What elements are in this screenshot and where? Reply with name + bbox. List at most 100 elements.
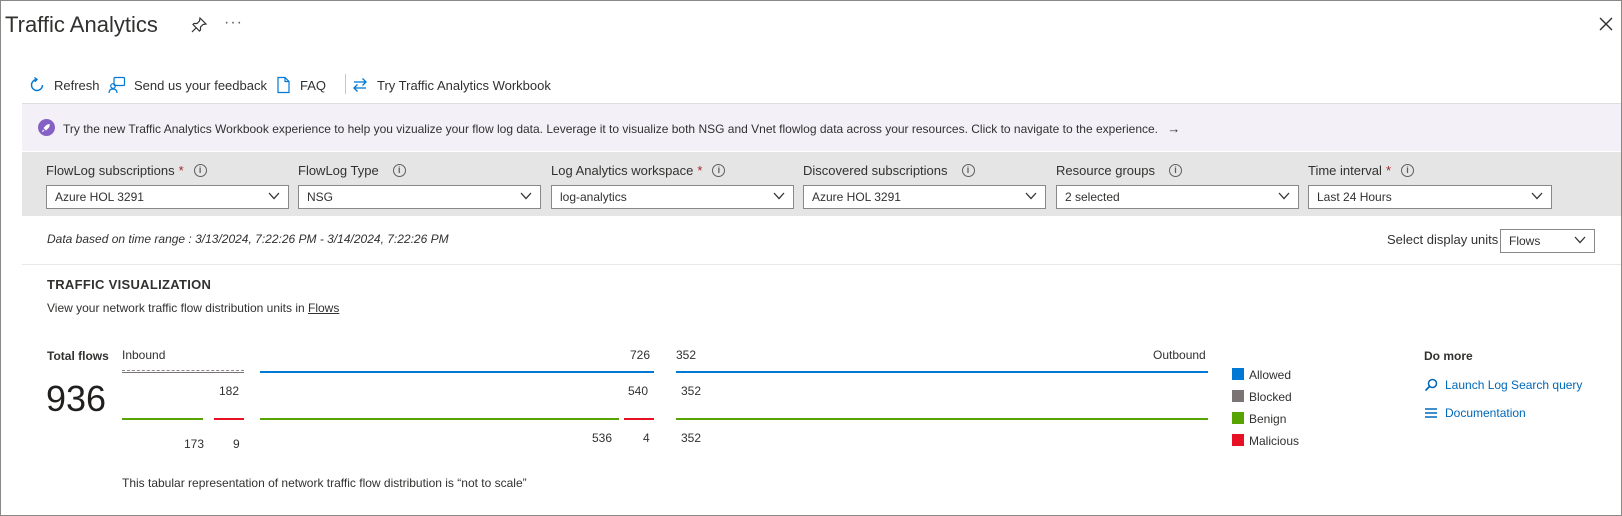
inbound-total-dashed-line (122, 370, 244, 371)
workbook-button[interactable]: Try Traffic Analytics Workbook (351, 74, 551, 96)
feedback-label: Send us your feedback (134, 77, 267, 93)
dropdown-value: Azure HOL 3291 (812, 190, 901, 204)
filter-label-text: FlowLog subscriptions (46, 163, 175, 178)
refresh-label: Refresh (54, 77, 100, 93)
required-marker: * (178, 163, 184, 178)
total-flows-value: 936 (46, 378, 107, 419)
chevron-down-icon (1531, 192, 1543, 200)
legend-label-malicious: Malicious (1249, 434, 1300, 448)
pin-icon[interactable] (190, 16, 208, 34)
inbound-allowed-malicious-line (624, 418, 654, 420)
chevron-down-icon (1278, 192, 1290, 200)
info-icon[interactable]: i (193, 164, 207, 177)
dropdown-value: Azure HOL 3291 (55, 190, 144, 204)
info-icon[interactable]: i (1169, 164, 1182, 177)
chevron-down-icon (520, 192, 532, 200)
discovered-subscriptions-dropdown[interactable]: Azure HOL 3291 (803, 185, 1046, 209)
filter-label-text: Time interval (1308, 163, 1382, 178)
chevron-down-icon (1574, 236, 1586, 244)
do-more-title: Do more (1424, 349, 1473, 363)
outbound-label: Outbound (1153, 348, 1206, 362)
switch-arrows-icon (353, 78, 367, 92)
filter-label-flowlog-type: FlowLog Type i (298, 163, 406, 178)
time-range-text: Data based on time range : 3/13/2024, 7:… (47, 232, 449, 246)
dropdown-value: Flows (1509, 234, 1541, 248)
required-marker: * (1385, 163, 1391, 178)
display-units-dropdown[interactable]: Flows (1500, 229, 1595, 253)
chevron-down-icon (268, 192, 280, 200)
subtitle-text: View your network traffic flow distribut… (47, 301, 309, 315)
inbound-blocked-benign-line (122, 418, 203, 420)
outbound-benign-line (676, 418, 1208, 420)
list-icon (1425, 408, 1437, 418)
legend-label-blocked: Blocked (1249, 390, 1292, 404)
inbound-blocked-value: 182 (219, 384, 240, 398)
inbound-allowed-top-line (260, 371, 654, 373)
flowlog-subscriptions-dropdown[interactable]: Azure HOL 3291 (46, 185, 289, 209)
info-icon[interactable]: i (1401, 164, 1414, 177)
time-interval-dropdown[interactable]: Last 24 Hours (1308, 185, 1552, 209)
page-title: Traffic Analytics (5, 12, 158, 37)
filter-label-time-interval: Time interval * i (1308, 163, 1414, 178)
info-icon[interactable]: i (712, 164, 726, 177)
rocket-icon (38, 119, 55, 136)
inbound-allowed-benign-value: 536 (592, 431, 613, 445)
info-icon[interactable]: i (392, 164, 406, 177)
inbound-allowed-benign-line (260, 418, 619, 420)
inbound-blocked-malicious-line (214, 418, 244, 420)
section-subtitle: View your network traffic flow distribut… (47, 301, 339, 315)
filter-label-flowlog-subscriptions: FlowLog subscriptions * i (46, 163, 207, 178)
outbound-allowed-value: 352 (681, 384, 702, 398)
dropdown-value: 2 selected (1065, 190, 1120, 204)
inbound-total-value: 726 (630, 348, 651, 362)
flowlog-type-dropdown[interactable]: NSG (298, 185, 541, 209)
section-title: TRAFFIC VISUALIZATION (47, 277, 212, 292)
feedback-button[interactable]: Send us your feedback (108, 74, 267, 96)
refresh-button[interactable]: Refresh (28, 74, 100, 96)
close-icon[interactable] (1598, 16, 1614, 32)
legend-label-allowed: Allowed (1249, 368, 1292, 382)
launch-log-search-link[interactable]: Launch Log Search query (1445, 378, 1582, 392)
documentation-link[interactable]: Documentation (1445, 406, 1526, 420)
total-flows-label: Total flows (47, 349, 109, 363)
log-analytics-workspace-dropdown[interactable]: log-analytics (551, 185, 794, 209)
inbound-total-line (122, 372, 244, 373)
faq-label: FAQ (300, 77, 327, 93)
document-icon (277, 76, 290, 94)
outbound-benign-value: 352 (681, 431, 702, 445)
divider (22, 264, 1621, 265)
banner-text: Try the new Traffic Analytics Workbook e… (63, 122, 1159, 136)
legend-swatch-blocked (1232, 390, 1244, 402)
dropdown-value: NSG (307, 190, 334, 204)
banner-message[interactable]: Try the new Traffic Analytics Workbook e… (63, 121, 1180, 136)
outbound-allowed-top-line (676, 371, 1208, 373)
legend-swatch-malicious (1232, 434, 1244, 446)
chevron-down-icon (773, 192, 785, 200)
info-icon[interactable]: i (961, 164, 975, 177)
filter-label-text: Resource groups (1056, 163, 1155, 178)
flows-link[interactable]: Flows (308, 301, 339, 315)
legend-swatch-benign (1232, 412, 1244, 424)
legend-label-benign: Benign (1249, 412, 1287, 426)
filter-label-discovered-subscriptions: Discovered subscriptions i (803, 163, 975, 178)
inbound-blocked-malicious-value: 9 (233, 437, 240, 451)
inbound-allowed-malicious-value: 4 (643, 431, 650, 445)
filter-label-log-analytics-workspace: Log Analytics workspace * i (551, 163, 726, 178)
more-options-button[interactable]: ··· (224, 14, 243, 32)
faq-button[interactable]: FAQ (274, 74, 326, 96)
inbound-label: Inbound (122, 348, 166, 362)
arrow-right-icon: → (1167, 121, 1181, 136)
refresh-icon (30, 76, 44, 92)
inbound-allowed-value: 540 (628, 384, 649, 398)
resource-groups-dropdown[interactable]: 2 selected (1056, 185, 1299, 209)
outbound-total-value: 352 (676, 348, 697, 362)
dropdown-value: log-analytics (560, 190, 627, 204)
feedback-icon (108, 76, 126, 94)
display-units-label: Select display units (1387, 232, 1499, 247)
filter-label-text: Discovered subscriptions (803, 163, 948, 178)
workbook-label: Try Traffic Analytics Workbook (377, 77, 551, 93)
filter-label-resource-groups: Resource groups i (1056, 163, 1182, 178)
filter-label-text: Log Analytics workspace (551, 163, 694, 178)
inbound-blocked-benign-value: 173 (184, 437, 205, 451)
not-to-scale-note: This tabular representation of network t… (122, 476, 527, 490)
